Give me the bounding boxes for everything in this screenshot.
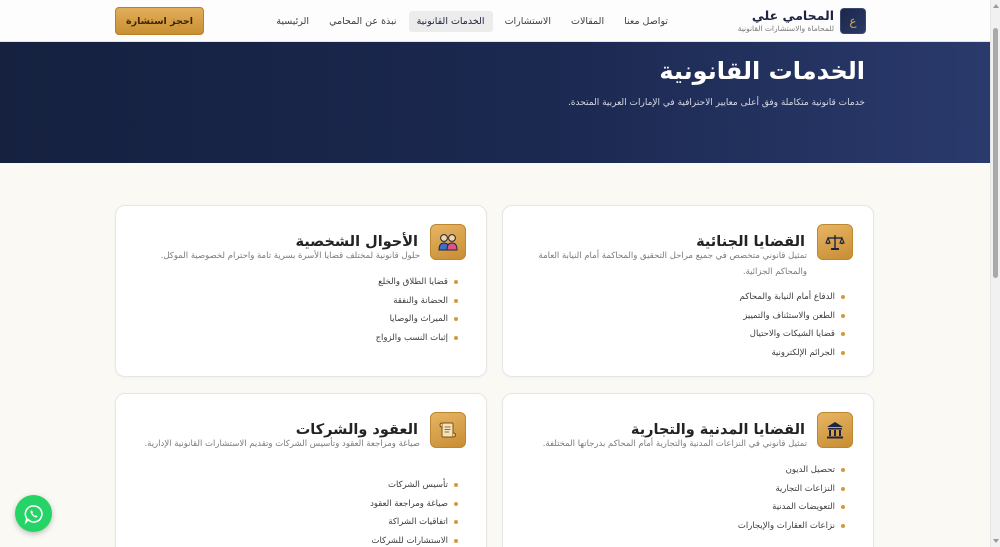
family-icon [430, 224, 466, 260]
list-item: التعويضات المدنية [738, 498, 845, 517]
list-item: قضايا الشيكات والاحتيال [740, 325, 845, 344]
list-item-label: الحضانة والنفقة [393, 295, 448, 306]
list-item-label: اتفاقيات الشراكة [388, 517, 448, 527]
list-item-label: إثبات النسب والزواج [375, 332, 448, 343]
bullet-icon [454, 483, 458, 488]
list-item-label: تأسيس الشركات [387, 480, 448, 490]
bullet-icon [841, 505, 845, 510]
bullet-icon [841, 332, 845, 337]
list-item: النزاعات التجارية [738, 480, 845, 499]
card-list: تحصيل الديون النزاعات التجارية التعويضات… [738, 461, 845, 535]
brand-name[interactable]: المحامي علي [738, 9, 834, 23]
hero-banner: الخدمات القانونية خدمات قانونية متكاملة … [0, 42, 990, 163]
card-description: تمثيل قانوني متخصص في جميع مراحل التحقيق… [538, 251, 807, 278]
service-card-contracts-companies[interactable]: العقود والشركات صياغة ومراجعة العقود وتأ… [115, 393, 487, 547]
bullet-icon [454, 280, 458, 285]
list-item-label: قضايا الشيكات والاحتيال [749, 329, 835, 339]
card-list: قضايا الطلاق والخلع الحضانة والنفقة المي… [376, 273, 458, 347]
list-item-label: صياغة ومراجعة العقود [370, 498, 448, 509]
scroll-icon [430, 412, 466, 448]
nav-item-services[interactable]: الخدمات القانونية [408, 10, 493, 32]
list-item-label: الطعن والاستئناف والتمييز [743, 310, 835, 321]
card-list: تأسيس الشركات صياغة ومراجعة العقود اتفاق… [370, 476, 458, 547]
list-item-label: الدفاع أمام النيابة والمحاكم [739, 292, 835, 302]
card-description: تمثيل قانوني في النزاعات المدنية والتجار… [542, 439, 807, 449]
bullet-icon [454, 538, 458, 543]
whatsapp-button[interactable] [15, 495, 52, 532]
nav-item-about[interactable]: نبذة عن المحامي [321, 11, 404, 32]
service-card-civil-commercial[interactable]: القضايا المدنية والتجارية تمثيل قانوني ف… [502, 393, 874, 547]
bullet-icon [454, 501, 458, 506]
bullet-icon [841, 313, 845, 318]
page-subtitle: خدمات قانونية متكاملة وفق أعلى معايير ال… [567, 98, 865, 108]
list-item: الدفاع أمام النيابة والمحاكم [740, 288, 845, 307]
list-item: اتفاقيات الشراكة [370, 513, 458, 532]
brand[interactable]: ع المحامي علي للمحاماة والاستشارات القان… [738, 8, 866, 34]
whatsapp-icon [24, 504, 43, 524]
scroll-down-arrow-icon[interactable] [993, 539, 999, 543]
brand-text: المحامي علي للمحاماة والاستشارات القانون… [738, 9, 834, 33]
nav-item-home[interactable]: الرئيسية [268, 11, 317, 32]
page-title: الخدمات القانونية [659, 57, 865, 85]
scroll-thumb[interactable] [993, 28, 998, 278]
list-item: تأسيس الشركات [370, 476, 458, 495]
list-item-label: الاستشارات للشركات [371, 535, 448, 546]
scales-icon [817, 224, 853, 260]
card-description: حلول قانونية لمختلف قضايا الأسرة بسرية ت… [160, 251, 420, 261]
list-item: الجرائم الإلكترونية [740, 344, 845, 363]
nav-item-consultations[interactable]: الاستشارات [497, 11, 559, 32]
bullet-icon [841, 468, 845, 473]
list-item: الحضانة والنفقة [376, 292, 458, 311]
page-scrollbar[interactable] [990, 0, 1000, 547]
bullet-icon [454, 317, 458, 322]
nav-item-contact[interactable]: تواصل معنا [616, 11, 676, 32]
list-item: صياغة ومراجعة العقود [370, 495, 458, 514]
brand-logo[interactable]: ع [840, 8, 866, 34]
bank-icon [817, 412, 853, 448]
bullet-icon [454, 335, 458, 340]
bullet-icon [454, 520, 458, 525]
list-item: تحصيل الديون [738, 461, 845, 480]
list-item-label: تحصيل الديون [785, 465, 835, 475]
book-consultation-button[interactable]: احجز استشارة [115, 7, 204, 35]
bullet-icon [841, 486, 845, 491]
card-list: الدفاع أمام النيابة والمحاكم الطعن والاس… [740, 288, 845, 362]
service-card-criminal[interactable]: القضايا الجنائية تمثيل قانوني متخصص في ج… [502, 205, 874, 377]
list-item: إثبات النسب والزواج [376, 329, 458, 348]
bullet-icon [841, 350, 845, 355]
service-card-personal-status[interactable]: الأحوال الشخصية حلول قانونية لمختلف قضاي… [115, 205, 487, 377]
bullet-icon [841, 295, 845, 300]
list-item: قضايا الطلاق والخلع [376, 273, 458, 292]
scroll-up-arrow-icon[interactable] [993, 4, 999, 8]
main-nav: الرئيسية نبذة عن المحامي الخدمات القانون… [268, 9, 676, 33]
list-item-label: الميراث والوصايا [389, 314, 448, 324]
list-item: نزاعات العقارات والإيجارات [738, 517, 845, 536]
top-navbar: ع المحامي علي للمحاماة والاستشارات القان… [0, 0, 990, 42]
brand-tagline: للمحاماة والاستشارات القانونية [737, 23, 834, 33]
list-item: الميراث والوصايا [376, 310, 458, 329]
list-item: الطعن والاستئناف والتمييز [740, 307, 845, 326]
list-item: الاستشارات للشركات [370, 532, 458, 547]
bullet-icon [454, 298, 458, 303]
card-description: صياغة ومراجعة العقود وتأسيس الشركات وتقد… [144, 439, 420, 449]
list-item-label: الجرائم الإلكترونية [771, 347, 835, 358]
nav-item-articles[interactable]: المقالات [563, 11, 612, 32]
list-item-label: قضايا الطلاق والخلع [378, 277, 448, 287]
list-item-label: النزاعات التجارية [775, 483, 835, 494]
list-item-label: نزاعات العقارات والإيجارات [737, 520, 835, 531]
list-item-label: التعويضات المدنية [772, 502, 835, 512]
bullet-icon [841, 523, 845, 528]
